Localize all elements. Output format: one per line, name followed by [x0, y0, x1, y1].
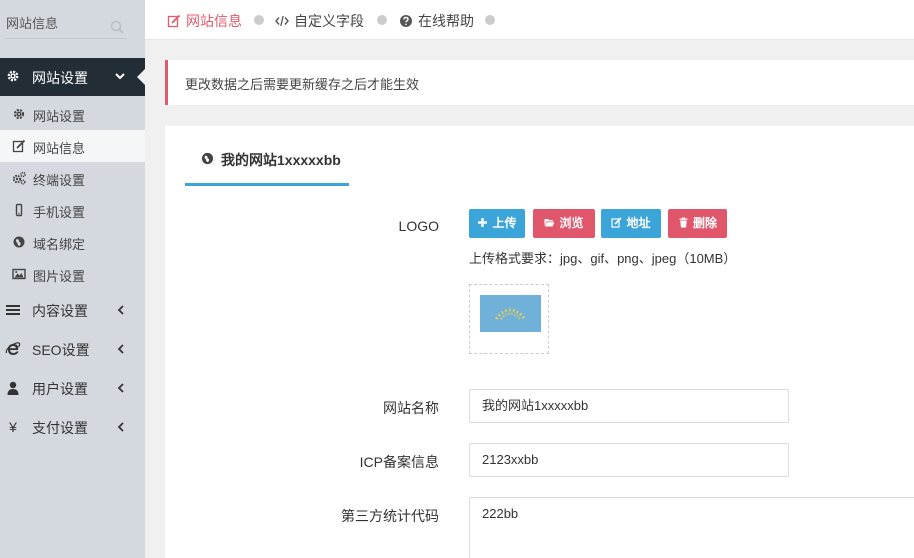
tab-separator-dot: [377, 15, 387, 25]
chevron-down-icon: [115, 73, 125, 80]
logo-emblem-icon: [494, 308, 527, 320]
sidebar-item-terminal-settings[interactable]: 终端设置: [0, 162, 145, 194]
plus-icon: [478, 218, 488, 227]
sidebar-search[interactable]: 网站信息: [0, 0, 145, 58]
icp-label: ICP备案信息: [359, 454, 439, 470]
image-icon: [12, 268, 26, 280]
edit-icon: [611, 217, 623, 228]
site-info-panel: 我的网站1xxxxxbb LOGO 上传 浏览 地址 删除 上传格式要求：jpg…: [165, 126, 914, 558]
sidebar-group-label: SEO设置: [32, 342, 90, 358]
sidebar-item-label: 终端设置: [33, 173, 86, 188]
yen-icon: ¥: [9, 419, 17, 435]
browse-button[interactable]: 浏览: [533, 209, 595, 238]
tab-label: 网站信息: [186, 13, 242, 29]
sidebar-item-image-settings[interactable]: 图片设置: [0, 258, 145, 290]
mobile-icon: [15, 203, 23, 217]
globe-icon: [13, 236, 25, 248]
gear-icon: [7, 70, 19, 82]
chevron-left-icon: [117, 422, 124, 432]
sidebar-group-payment-settings[interactable]: ¥ 支付设置: [0, 407, 145, 446]
sidebar-item-label: 图片设置: [33, 269, 86, 284]
icp-input[interactable]: 2123xxbb: [469, 443, 789, 477]
globe-icon: [201, 152, 214, 165]
sidebar-group-user-settings[interactable]: 用户设置: [0, 368, 145, 407]
alert-text: 更改数据之后需要更新缓存之后才能生效: [185, 77, 420, 92]
sidebar-group-site-settings[interactable]: 网站设置: [0, 58, 145, 96]
delete-button[interactable]: 删除: [668, 209, 727, 238]
sidebar-group-content-settings[interactable]: 内容设置: [0, 290, 145, 329]
cache-alert: 更改数据之后需要更新缓存之后才能生效: [165, 60, 914, 105]
address-button-label: 地址: [626, 216, 651, 230]
tab-separator-dot: [485, 15, 495, 25]
sidebar-item-label: 网站设置: [33, 109, 86, 124]
edit-icon: [12, 139, 26, 153]
sidebar-group-seo-settings[interactable]: SEO设置: [0, 329, 145, 368]
logo-image: [480, 295, 541, 332]
sidebar-item-label: 域名绑定: [33, 237, 86, 252]
browse-button-label: 浏览: [559, 216, 584, 230]
user-icon: [7, 381, 19, 395]
folder-open-icon: [544, 219, 555, 227]
stats-code-label: 第三方统计代码: [341, 508, 439, 524]
stats-code-textarea[interactable]: 222bb: [469, 497, 914, 558]
sidebar-search-input[interactable]: 网站信息: [6, 15, 126, 39]
search-icon[interactable]: [110, 20, 124, 34]
tab-separator-dot: [254, 15, 264, 25]
list-icon: [6, 305, 20, 315]
logo-label: LOGO: [398, 218, 439, 234]
tab-label: 在线帮助: [418, 13, 474, 29]
site-name-label: 网站名称: [383, 400, 439, 416]
sidebar-item-mobile-settings[interactable]: 手机设置: [0, 194, 145, 226]
sidebar: 网站信息 网站设置 网站设置 网站信息 终端设置 手机设置 域名绑定 图片设置 …: [0, 0, 145, 558]
question-icon: [400, 15, 412, 27]
address-button[interactable]: 地址: [601, 209, 661, 238]
upload-format-hint: 上传格式要求：jpg、gif、png、jpeg（10MB）: [469, 251, 737, 266]
sidebar-item-label: 手机设置: [33, 205, 86, 220]
sidebar-item-site-settings[interactable]: 网站设置: [0, 98, 145, 130]
upload-button-label: 上传: [492, 216, 517, 230]
sidebar-group-label: 内容设置: [32, 303, 88, 319]
edit-icon: [167, 14, 181, 28]
cogs-icon: [12, 171, 26, 185]
logo-preview[interactable]: [469, 284, 549, 354]
chevron-left-icon: [117, 344, 124, 354]
active-notch: [137, 69, 145, 85]
tab-site-info[interactable]: 网站信息: [167, 11, 242, 31]
sidebar-group-label: 用户设置: [32, 381, 88, 397]
upload-button[interactable]: 上传: [469, 209, 525, 238]
panel-tab-site[interactable]: 我的网站1xxxxxbb: [185, 126, 349, 186]
panel-tab-label: 我的网站1xxxxxbb: [221, 152, 341, 168]
delete-button-label: 删除: [692, 216, 717, 230]
chevron-left-icon: [117, 305, 124, 315]
code-icon: [275, 15, 289, 27]
top-tabs: 网站信息 自定义字段 在线帮助: [145, 0, 914, 40]
sidebar-group-label: 支付设置: [32, 420, 88, 436]
chevron-left-icon: [117, 383, 124, 393]
sidebar-item-domain-binding[interactable]: 域名绑定: [0, 226, 145, 258]
ie-icon: [5, 342, 21, 355]
trash-icon: [679, 217, 688, 228]
tab-custom-fields[interactable]: 自定义字段: [275, 11, 364, 31]
gear-icon: [13, 108, 25, 120]
sidebar-item-site-info[interactable]: 网站信息: [0, 130, 145, 162]
tab-online-help[interactable]: 在线帮助: [399, 11, 474, 31]
sidebar-group-label: 网站设置: [32, 70, 88, 86]
sidebar-item-label: 网站信息: [33, 141, 86, 156]
tab-label: 自定义字段: [294, 13, 364, 29]
site-name-input[interactable]: 我的网站1xxxxxbb: [469, 389, 789, 423]
